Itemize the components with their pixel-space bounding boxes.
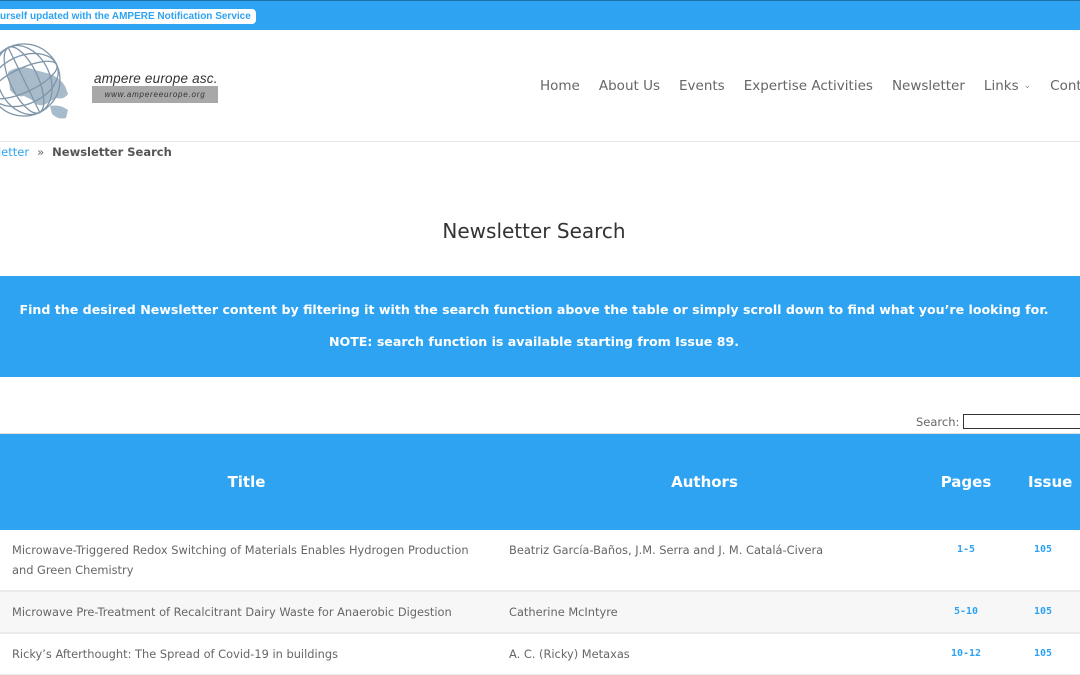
row-title: Microwave-Triggered Redox Switching of M…: [0, 529, 493, 592]
column-header-authors[interactable]: Authors: [493, 433, 916, 530]
table-search: Search:: [916, 414, 1080, 429]
pages-link[interactable]: 5-10: [954, 606, 978, 617]
row-title: Ricky’s Afterthought: The Spread of Covi…: [0, 632, 493, 675]
info-band: Find the desired Newsletter content by f…: [0, 276, 1080, 377]
row-issue: 105: [1016, 590, 1080, 634]
pages-link[interactable]: 10-12: [951, 648, 981, 659]
row-issue: 105: [1016, 632, 1080, 675]
table-row: Ricky’s Afterthought: The Spread of Covi…: [0, 632, 1080, 675]
breadcrumb-current: Newsletter Search: [52, 145, 172, 159]
row-pages: 1-5: [916, 529, 1016, 592]
search-label: Search:: [916, 414, 960, 429]
row-authors: Beatriz García-Baños, J.M. Serra and J. …: [493, 529, 916, 592]
row-pages: 10-12: [916, 632, 1016, 675]
column-header-issue[interactable]: Issue: [1016, 433, 1080, 530]
breadcrumb-newsletter-link[interactable]: sletter: [0, 145, 29, 159]
breadcrumb-separator: »: [37, 145, 45, 159]
main-nav: Home About Us Events Expertise Activitie…: [540, 75, 1080, 97]
nav-home-label: Home: [540, 78, 580, 94]
chevron-down-icon: ⌄: [1023, 81, 1032, 91]
row-authors: A. C. (Ricky) Metaxas: [493, 632, 916, 675]
row-issue: 105: [1016, 529, 1080, 592]
site-logo[interactable]: ampere europe asc. www.ampereeurope.org: [0, 34, 220, 130]
nav-expertise-activities-label: Expertise Activities: [743, 78, 873, 94]
table-row: Microwave Pre-Treatment of Recalcitrant …: [0, 590, 1080, 634]
table-row: Microwave-Triggered Redox Switching of M…: [0, 529, 1080, 592]
breadcrumb: sletter » Newsletter Search: [0, 145, 172, 159]
logo-name: ampere europe asc.: [94, 71, 218, 86]
table-header-row: Title Authors Pages Issue: [0, 433, 1080, 530]
nav-events-label: Events: [679, 78, 725, 94]
info-instructions: Find the desired Newsletter content by f…: [19, 302, 1049, 317]
nav-contact-label: Conta: [1050, 78, 1080, 94]
column-header-pages[interactable]: Pages: [916, 433, 1016, 530]
info-note: NOTE: search function is available start…: [328, 334, 740, 349]
site-header: ampere europe asc. www.ampereeurope.org …: [0, 30, 1080, 141]
notification-service-link[interactable]: urself updated with the AMPERE Notificat…: [0, 9, 256, 24]
newsletter-table: Title Authors Pages Issue Microwave-Trig…: [0, 433, 1080, 675]
issue-link[interactable]: 105: [1034, 648, 1052, 659]
row-authors: Catherine McIntyre: [493, 590, 916, 634]
nav-links[interactable]: Links ⌄: [984, 75, 1031, 97]
header-divider: [0, 141, 1080, 142]
pages-link[interactable]: 1-5: [957, 544, 975, 555]
nav-home[interactable]: Home: [540, 75, 580, 97]
logo-url: www.ampereeurope.org: [92, 86, 218, 103]
nav-expertise-activities[interactable]: Expertise Activities: [744, 75, 873, 97]
page-title: Newsletter Search: [442, 219, 626, 243]
nav-newsletter-label: Newsletter: [891, 78, 965, 94]
globe-icon: [0, 43, 68, 119]
nav-events[interactable]: Events: [679, 75, 725, 97]
nav-about-us[interactable]: About Us: [599, 75, 660, 97]
column-header-title[interactable]: Title: [0, 433, 493, 530]
issue-link[interactable]: 105: [1034, 544, 1052, 555]
top-notification-bar: urself updated with the AMPERE Notificat…: [0, 0, 1080, 30]
nav-newsletter[interactable]: Newsletter: [892, 75, 965, 97]
row-pages: 5-10: [916, 590, 1016, 634]
nav-links-label: Links: [983, 78, 1019, 94]
search-input[interactable]: [963, 414, 1080, 429]
issue-link[interactable]: 105: [1034, 606, 1052, 617]
nav-about-us-label: About Us: [598, 78, 660, 94]
nav-contact[interactable]: Conta: [1050, 75, 1080, 97]
row-title: Microwave Pre-Treatment of Recalcitrant …: [0, 590, 493, 634]
